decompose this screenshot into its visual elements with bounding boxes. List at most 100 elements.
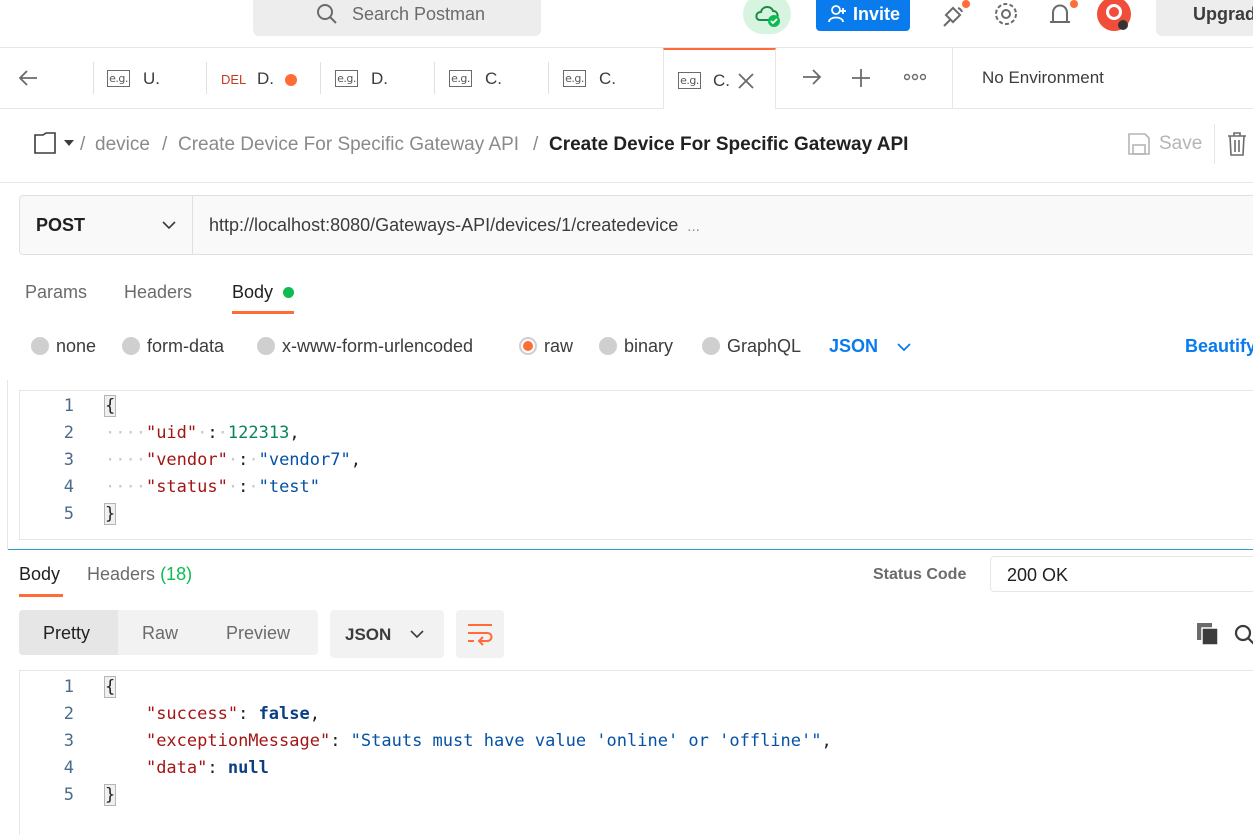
request-tab[interactable]: e.g. U. xyxy=(94,48,207,108)
tab-headers[interactable]: Headers xyxy=(124,282,192,303)
radio-label: binary xyxy=(624,336,674,356)
more-options-icon[interactable] xyxy=(904,72,926,82)
tab-title: U. xyxy=(143,69,160,88)
line-number: 5 xyxy=(63,785,74,805)
cloud-check-icon xyxy=(755,6,780,27)
divider xyxy=(1214,124,1215,164)
request-tab[interactable]: e.g. C. xyxy=(435,48,549,108)
response-format-select[interactable]: JSON xyxy=(330,610,444,658)
chevron-down-icon xyxy=(410,630,424,639)
radio-label: form-data xyxy=(147,336,225,356)
copy-icon[interactable] xyxy=(1196,622,1220,646)
editor-gutter-edge xyxy=(0,380,8,550)
view-preview-button[interactable]: Preview xyxy=(226,623,290,644)
url-ellipsis: ... xyxy=(687,218,700,235)
response-tab-headers[interactable]: Headers (18) xyxy=(87,564,192,585)
new-tab-plus-icon[interactable] xyxy=(851,68,871,88)
code-line: "exceptionMessage": "Stauts must have va… xyxy=(145,731,832,751)
wrap-lines-button[interactable] xyxy=(456,610,504,658)
response-body-viewer[interactable] xyxy=(19,670,1253,835)
radio-urlencoded[interactable] xyxy=(257,337,275,355)
satellite-icon[interactable] xyxy=(940,0,970,30)
status-code-field: 200 OK xyxy=(990,556,1253,592)
method-tag: e.g. xyxy=(563,70,586,87)
request-tab-active[interactable]: e.g. C. xyxy=(663,48,776,109)
body-indicator-dot xyxy=(283,287,294,298)
search-placeholder: Search Postman xyxy=(352,4,486,24)
code-brace: { xyxy=(103,395,117,417)
tab-title: D. xyxy=(257,69,274,88)
radio-binary[interactable] xyxy=(599,337,617,355)
radio-form-data[interactable] xyxy=(122,337,140,355)
breadcrumb-separator: / xyxy=(162,134,168,155)
upgrade-button[interactable]: Upgrade xyxy=(1156,0,1253,36)
view-pretty-label: Pretty xyxy=(43,623,91,643)
radio-none[interactable] xyxy=(31,337,49,355)
breadcrumb-parent[interactable]: Create Device For Specific Gateway API xyxy=(178,134,519,156)
language-select[interactable]: JSON xyxy=(829,336,911,357)
save-label: Save xyxy=(1159,133,1203,154)
breadcrumb-separator: / xyxy=(533,134,539,155)
top-bar: Search Postman Invite Upgrade xyxy=(0,0,1253,48)
tab-params[interactable]: Params xyxy=(25,282,87,303)
radio-label: none xyxy=(56,336,97,356)
line-number: 3 xyxy=(63,731,74,751)
close-icon[interactable] xyxy=(737,72,755,90)
unsaved-dot xyxy=(285,74,297,86)
request-tab[interactable]: DEL D. xyxy=(207,48,321,108)
arrow-left-icon xyxy=(18,70,37,86)
language-value: JSON xyxy=(829,336,879,356)
code-line: ····"status"·:·"test" xyxy=(105,477,321,497)
url-input[interactable]: http://localhost:8080/Gateways-API/devic… xyxy=(209,215,700,236)
sync-status-button[interactable] xyxy=(743,0,791,34)
beautify-link[interactable]: Beautify xyxy=(1185,336,1253,357)
code-brace: { xyxy=(103,676,117,698)
tab-title: D. xyxy=(371,69,388,88)
request-tab[interactable]: e.g. D. xyxy=(321,48,435,108)
method-tag: e.g. xyxy=(335,70,358,87)
view-raw-button[interactable]: Raw xyxy=(142,623,178,644)
method-select[interactable]: POST xyxy=(20,196,193,254)
chevron-down-icon xyxy=(897,343,911,352)
radio-raw[interactable] xyxy=(519,337,537,355)
breadcrumb-folder[interactable]: device xyxy=(95,134,150,156)
method-value: POST xyxy=(36,215,86,235)
trash-icon[interactable] xyxy=(1227,132,1247,156)
radio-label: x-www-form-urlencoded xyxy=(282,336,474,356)
notifications-bell-icon[interactable] xyxy=(1046,0,1078,30)
breadcrumb-separator: / xyxy=(80,134,86,155)
code-line: "success": false, xyxy=(145,704,320,724)
invite-button[interactable]: Invite xyxy=(816,0,910,31)
add-user-icon xyxy=(828,5,846,23)
status-code-label: Status Code xyxy=(873,566,967,583)
save-icon xyxy=(1128,133,1150,155)
environment-selector[interactable]: No Environment xyxy=(982,68,1104,88)
breadcrumb: / device / Create Device For Specific Ga… xyxy=(0,110,1253,183)
line-number: 4 xyxy=(63,758,74,778)
method-tag: e.g. xyxy=(107,70,130,87)
request-tab[interactable]: e.g. C. xyxy=(549,48,663,108)
tab-back-button[interactable] xyxy=(0,48,94,108)
view-pretty-button[interactable]: Pretty xyxy=(19,610,118,655)
line-number: 5 xyxy=(63,504,74,524)
method-tag: e.g. xyxy=(678,72,701,89)
method-tag: e.g. xyxy=(449,70,472,87)
pane-divider[interactable] xyxy=(8,549,1253,550)
arrow-right-icon[interactable] xyxy=(802,68,822,86)
collection-icon[interactable] xyxy=(34,132,78,154)
url-value: http://localhost:8080/Gateways-API/devic… xyxy=(209,215,679,235)
search-input[interactable]: Search Postman xyxy=(253,0,541,36)
line-number: 1 xyxy=(63,677,74,697)
tab-body[interactable]: Body xyxy=(232,282,273,303)
code-brace: } xyxy=(103,784,117,806)
upgrade-label: Upgrade xyxy=(1193,4,1253,24)
avatar[interactable] xyxy=(1096,0,1132,32)
format-value: JSON xyxy=(345,625,392,644)
tab-divider xyxy=(952,48,953,108)
radio-graphql[interactable] xyxy=(702,337,720,355)
wrap-lines-icon xyxy=(468,624,493,646)
headers-count: (18) xyxy=(160,564,193,584)
settings-gear-icon[interactable] xyxy=(992,0,1020,28)
response-tab-body[interactable]: Body xyxy=(19,564,60,585)
search-icon[interactable] xyxy=(1233,623,1253,647)
